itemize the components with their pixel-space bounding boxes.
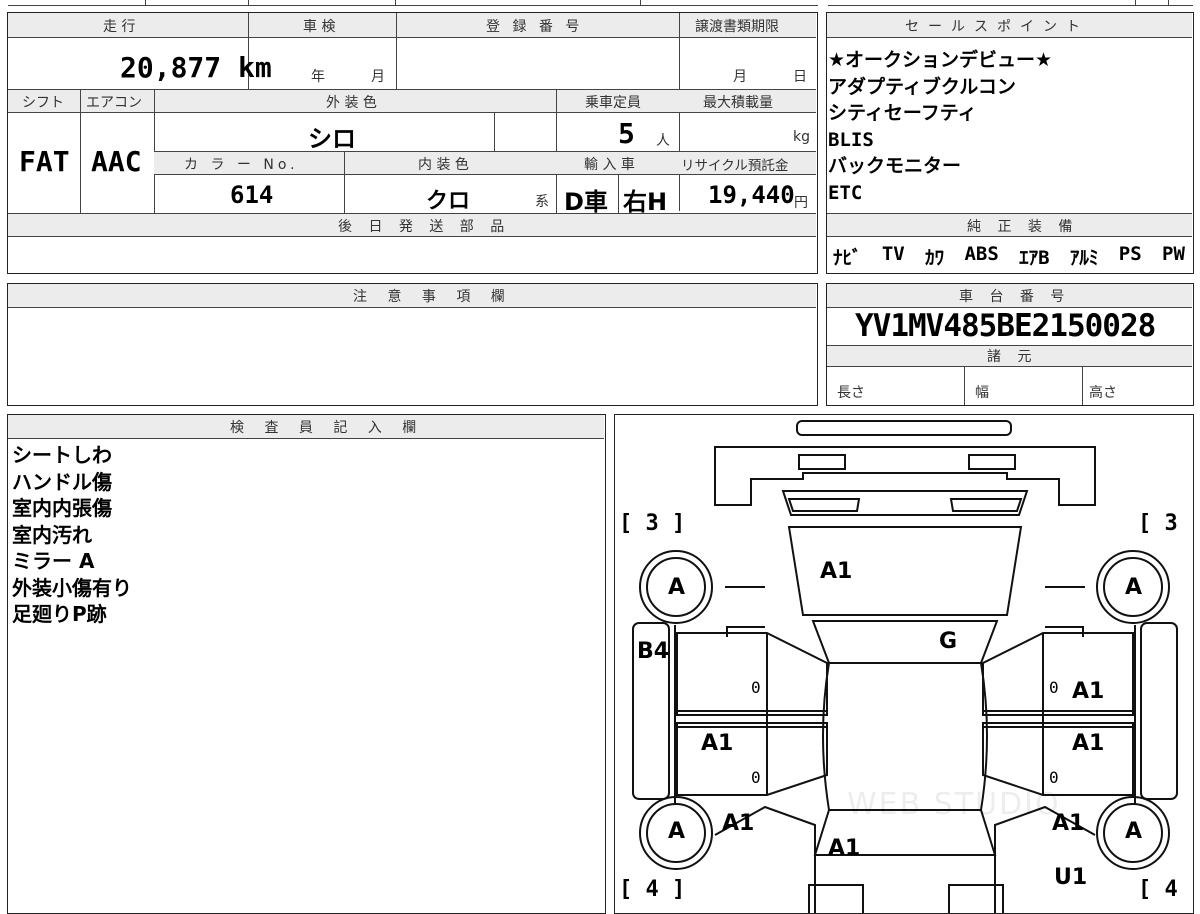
ac-value: AAC xyxy=(91,145,142,178)
tread-front-right: [ 3 ] xyxy=(1138,511,1193,536)
damage-rear-left-door: A1 xyxy=(701,731,734,756)
recycle-fee-value: 19,440 xyxy=(708,181,795,209)
tread-rear-right: [ 4 ] xyxy=(1138,877,1193,902)
zero-mark: 0 xyxy=(751,768,761,787)
max-load-unit: kg xyxy=(793,129,810,145)
sales-point-item: シティセーフティ xyxy=(828,102,977,124)
wheel-rear-left-grade: A xyxy=(668,819,686,844)
tread-rear-left: [ 4 ] xyxy=(619,877,686,902)
interior-color-value: クロ xyxy=(426,189,471,214)
vehicle-info-section: 走 行 車 検 登 録 番 号 譲渡書類期限 20,877 km 年 月 月 日… xyxy=(7,12,818,274)
transfer-month-unit: 月 xyxy=(733,69,747,85)
equipment-item: ABS xyxy=(964,243,999,265)
notes-label: 注 意 事 項 欄 xyxy=(353,289,513,305)
equipment-item: PS xyxy=(1118,243,1142,265)
damage-diagram-section: [ 3 ] [ 3 ] [ 4 ] [ 4 ] A A A A A1 G B4 … xyxy=(614,414,1194,914)
ac-label: エアコン xyxy=(86,95,142,111)
recycle-label: リサイクル預託金 xyxy=(681,158,789,174)
width-label: 幅 xyxy=(975,385,989,401)
sales-point-item: ★オークションデビュー★ xyxy=(828,49,1053,71)
shaken-label: 車 検 xyxy=(303,19,336,35)
shaken-year-unit: 年 xyxy=(311,69,325,85)
damage-rear-left-quarter: A1 xyxy=(722,811,755,836)
notes-section: 注 意 事 項 欄 xyxy=(7,283,818,406)
top-strip xyxy=(0,0,1200,6)
exterior-color-value: シロ xyxy=(308,125,356,153)
shaken-month-unit: 月 xyxy=(371,69,385,85)
import-type-value: D車 xyxy=(564,188,608,216)
specs-label: 諸 元 xyxy=(987,349,1038,365)
capacity-unit: 人 xyxy=(656,133,670,149)
equipment-item: ｱﾙﾐ xyxy=(1069,247,1099,269)
damage-left-fender: B4 xyxy=(637,639,670,664)
wheel-front-right-grade: A xyxy=(1125,575,1143,600)
chassis-label: 車 台 番 号 xyxy=(959,289,1071,305)
inspector-label: 検 査 員 記 入 欄 xyxy=(230,420,425,436)
sales-point-item: BLIS xyxy=(828,129,874,151)
sales-points-label: セールスポイント xyxy=(905,19,1089,35)
damage-rear-right: U1 xyxy=(1054,865,1088,890)
transfer-day-unit: 日 xyxy=(793,69,807,85)
zero-mark: 0 xyxy=(1049,678,1059,697)
genuine-equipment-label: 純 正 装 備 xyxy=(967,219,1079,235)
recycle-fee-unit: 円 xyxy=(794,195,808,211)
shift-value: FAT xyxy=(19,145,70,178)
equipment-item: PW xyxy=(1162,243,1185,265)
color-no-value: 614 xyxy=(230,181,274,209)
length-label: 長さ xyxy=(837,385,865,401)
inspector-note: 室内内張傷 xyxy=(12,496,112,520)
equipment-item: ｶﾜ xyxy=(925,247,945,269)
inspector-note: ハンドル傷 xyxy=(12,470,112,494)
shift-label: シフト xyxy=(22,95,64,111)
watermark: WEB STUDIO xyxy=(847,787,1061,822)
import-label: 輸 入 車 xyxy=(584,157,635,173)
steering-value: 右H xyxy=(623,188,668,216)
chassis-number: YV1MV485BE2150028 xyxy=(855,308,1156,344)
height-label: 高さ xyxy=(1089,385,1117,401)
inspector-note: 足廻りP跡 xyxy=(12,602,107,626)
equipment-item: ﾅﾋﾞ xyxy=(833,247,862,269)
equipment-item: ｴｱB xyxy=(1019,247,1050,269)
damage-rear-right-door: A1 xyxy=(1072,731,1105,756)
max-load-label: 最大積載量 xyxy=(703,95,773,111)
tread-front-left: [ 3 ] xyxy=(619,511,686,536)
damage-hood: A1 xyxy=(820,559,853,584)
inspector-note: ミラー A xyxy=(12,549,95,573)
zero-mark: 0 xyxy=(1049,768,1059,787)
damage-front-right-door: A1 xyxy=(1072,679,1105,704)
inspector-note: 外装小傷有り xyxy=(12,576,132,600)
mileage-value: 20,877 km xyxy=(120,51,272,84)
later-parts-label: 後 日 発 送 部 品 xyxy=(338,219,511,235)
registration-label: 登 録 番 号 xyxy=(486,19,584,35)
exterior-color-label: 外 装 色 xyxy=(326,95,377,111)
sales-point-item: バックモニター xyxy=(828,155,962,177)
equipment-item: TV xyxy=(881,243,905,265)
sales-point-item: アダプティブクルコン xyxy=(828,76,1016,98)
inspector-note: シートしわ xyxy=(12,443,112,467)
inspector-section: 検 査 員 記 入 欄 シートしわ ハンドル傷 室内内張傷 室内汚れ ミラー A… xyxy=(7,414,606,914)
wheel-front-left-grade: A xyxy=(668,575,686,600)
genuine-equipment-list: ﾅﾋﾞ TV ｶﾜ ABS ｴｱB ｱﾙﾐ PS PW xyxy=(833,243,1185,270)
damage-windshield: G xyxy=(939,629,958,654)
capacity-value: 5 xyxy=(618,117,635,150)
interior-color-suffix: 系 xyxy=(535,194,549,210)
damage-trunk: A1 xyxy=(828,836,861,861)
sales-point-item: ETC xyxy=(828,182,863,204)
transfer-deadline-label: 譲渡書類期限 xyxy=(695,19,779,35)
color-no-label: カ ラ ー No. xyxy=(184,157,299,173)
mileage-label: 走 行 xyxy=(103,19,136,35)
wheel-rear-right-grade: A xyxy=(1125,819,1143,844)
capacity-label: 乗車定員 xyxy=(585,95,641,111)
interior-color-label: 内 装 色 xyxy=(418,157,469,173)
car-outline-diagram xyxy=(632,420,1178,913)
sales-points-section: セールスポイント ★オークションデビュー★ アダプティブクルコン シティセーフテ… xyxy=(826,12,1194,274)
chassis-section: 車 台 番 号 YV1MV485BE2150028 諸 元 長さ 幅 高さ xyxy=(826,283,1194,406)
inspector-note: 室内汚れ xyxy=(12,523,92,547)
zero-mark: 0 xyxy=(751,678,761,697)
